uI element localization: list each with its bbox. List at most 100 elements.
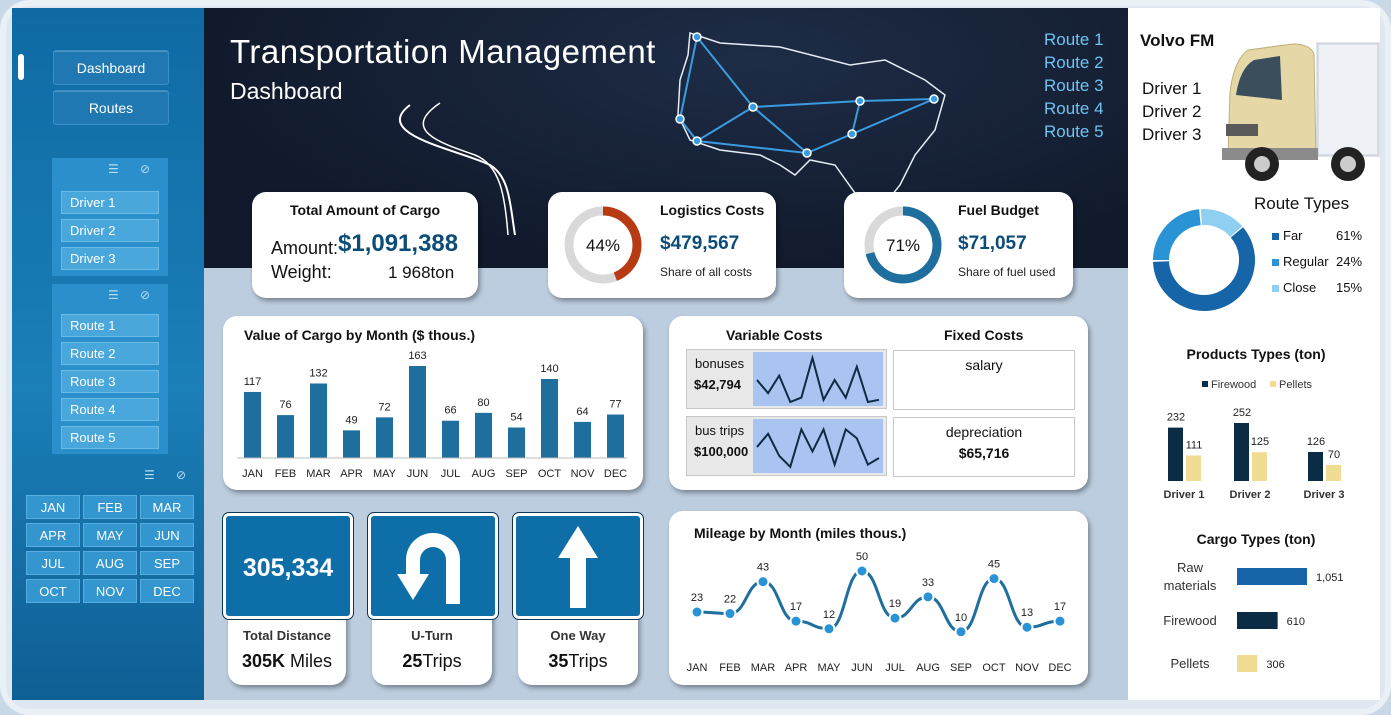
products-bar-value: 125 xyxy=(1251,436,1269,448)
mileage-value: 43 xyxy=(757,562,769,574)
bus-trips-value: $100,000 xyxy=(694,444,749,459)
mileage-point-jun xyxy=(855,564,869,578)
multi-select-icon[interactable]: ☰ xyxy=(144,468,155,482)
bonuses-cell: bonuses $42,794 xyxy=(686,349,887,409)
mileage-value: 23 xyxy=(691,592,703,604)
sidebar-handle[interactable] xyxy=(18,54,24,80)
cargo-bar-month-label: FEB xyxy=(275,468,296,480)
slicer-driver-2[interactable]: Driver 2 xyxy=(61,219,159,242)
bus-trips-label: bus trips xyxy=(695,423,745,438)
slicer-route-5[interactable]: Route 5 xyxy=(61,426,159,449)
mileage-point-jan xyxy=(690,605,704,619)
legend-swatch xyxy=(1202,381,1208,387)
slicer-month-may[interactable]: MAY xyxy=(83,523,137,547)
legend-swatch xyxy=(1272,259,1279,266)
products-title: Products Types (ton) xyxy=(1186,346,1326,362)
clear-filter-icon[interactable]: ⊘ xyxy=(176,468,186,482)
cargo-bar-month-label: JUN xyxy=(407,468,428,480)
route-type-name: Regular xyxy=(1283,254,1329,269)
mileage-value: 17 xyxy=(1054,601,1066,613)
cargo-bar-chart: 117 JAN 76 FEB 132 MAR 49 APR 72 MAY 163 JUN 66 JUL 80… xyxy=(237,350,627,480)
slicer-route-4[interactable]: Route 4 xyxy=(61,398,159,421)
weight-value: 1 968ton xyxy=(388,263,455,282)
dashboard-button[interactable]: Dashboard xyxy=(53,50,169,85)
routes-button[interactable]: Routes xyxy=(53,90,169,125)
slicer-route-2[interactable]: Route 2 xyxy=(61,342,159,365)
cargo-type-value: 610 xyxy=(1287,616,1305,628)
slicer-month-apr[interactable]: APR xyxy=(26,523,80,547)
oneway-unit: Trips xyxy=(568,651,608,671)
products-legend-label: Pellets xyxy=(1279,379,1313,391)
products-bar-value: 126 xyxy=(1307,436,1325,448)
slicer-month-mar[interactable]: MAR xyxy=(140,495,194,519)
bus-trips-sparkline xyxy=(753,419,883,473)
cargo-bar-value: 132 xyxy=(309,367,327,379)
slicer-month-dec[interactable]: DEC xyxy=(140,579,194,603)
multi-select-icon[interactable]: ☰ xyxy=(108,162,119,176)
cargo-bar-oct xyxy=(541,378,558,458)
mileage-value: 17 xyxy=(790,601,802,613)
clear-filter-icon[interactable]: ⊘ xyxy=(140,162,150,176)
cargo-types-title: Cargo Types (ton) xyxy=(1196,531,1316,547)
legend-swatch xyxy=(1272,233,1279,240)
slicer-month-jun[interactable]: JUN xyxy=(140,523,194,547)
distance-sign: 305,334 xyxy=(222,512,354,620)
cargo-bar-value: 54 xyxy=(510,412,522,424)
fixed-costs-title: Fixed Costs xyxy=(944,327,1024,343)
slicer-month-jan[interactable]: JAN xyxy=(26,495,80,519)
slicer-month-aug[interactable]: AUG xyxy=(83,551,137,575)
slicer-month-feb[interactable]: FEB xyxy=(83,495,137,519)
slicer-route-3[interactable]: Route 3 xyxy=(61,370,159,393)
uturn-label: U-Turn xyxy=(411,628,453,643)
distance-unit: Miles xyxy=(285,651,333,671)
distance-big: 305K xyxy=(241,651,285,671)
route-types-donut xyxy=(1153,209,1255,311)
mileage-point-apr xyxy=(789,614,803,628)
cargo-bar-jan xyxy=(244,391,261,458)
cargo-bar-month-label: OCT xyxy=(538,468,562,480)
products-bar-value: 111 xyxy=(1186,439,1203,451)
bonuses-value: $42,794 xyxy=(694,377,741,392)
map-route-label-3[interactable]: Route 3 xyxy=(1044,76,1104,96)
slicer-month-oct[interactable]: OCT xyxy=(26,579,80,603)
slicer-route-1[interactable]: Route 1 xyxy=(61,314,159,337)
route-types-title: Route Types xyxy=(1254,194,1350,213)
uturn-sign xyxy=(367,512,499,620)
products-bar-value: 252 xyxy=(1233,407,1251,419)
page-subtitle: Dashboard xyxy=(230,78,343,104)
slicer-driver-1[interactable]: Driver 1 xyxy=(61,191,159,214)
products-legend-label: Firewood xyxy=(1211,379,1256,391)
products-bar-firewood xyxy=(1308,452,1323,481)
cargo-bar-value: 117 xyxy=(244,376,262,388)
map-route-label-5[interactable]: Route 5 xyxy=(1044,122,1104,142)
cargo-type-bar-0 xyxy=(1237,568,1307,585)
slicer-driver-3[interactable]: Driver 3 xyxy=(61,247,159,270)
truck-driver-3: Driver 3 xyxy=(1142,125,1202,144)
slicer-month-sep[interactable]: SEP xyxy=(140,551,194,575)
cargo-bar-sep xyxy=(508,427,525,458)
cargo-type-label: Pellets xyxy=(1170,656,1210,671)
map-route-label-2[interactable]: Route 2 xyxy=(1044,53,1104,73)
mileage-month-label: NOV xyxy=(1015,662,1040,674)
cargo-bar-value: 64 xyxy=(576,406,588,418)
multi-select-icon[interactable]: ☰ xyxy=(108,288,119,302)
products-bar-chart: Firewood Pellets 232 111 Driver 1 252 125 Drive… xyxy=(1164,379,1345,501)
cargo-by-month-card: Value of Cargo by Month ($ thous.) 117 JA… xyxy=(223,316,643,490)
route-type-name: Close xyxy=(1283,280,1317,295)
costs-card: Variable Costs Fixed Costs bonuses $42,7… xyxy=(669,316,1088,490)
clear-filter-icon[interactable]: ⊘ xyxy=(140,288,150,302)
mileage-value: 33 xyxy=(922,577,934,589)
mileage-month-label: MAY xyxy=(817,662,841,674)
slicer-month-nov[interactable]: NOV xyxy=(83,579,137,603)
mileage-point-oct xyxy=(987,572,1001,586)
map-route-label-4[interactable]: Route 4 xyxy=(1044,99,1104,119)
mileage-month-label: JAN xyxy=(687,662,708,674)
cargo-bar-month-label: SEP xyxy=(505,468,527,480)
products-bar-value: 70 xyxy=(1328,449,1340,461)
mileage-month-label: JUL xyxy=(885,662,905,674)
depreciation-cell: depreciation $65,716 xyxy=(893,417,1075,477)
slicer-month-jul[interactable]: JUL xyxy=(26,551,80,575)
depreciation-value: $65,716 xyxy=(958,445,1010,461)
map-route-label-1[interactable]: Route 1 xyxy=(1044,30,1104,50)
cargo-bar-month-label: JAN xyxy=(242,468,263,480)
